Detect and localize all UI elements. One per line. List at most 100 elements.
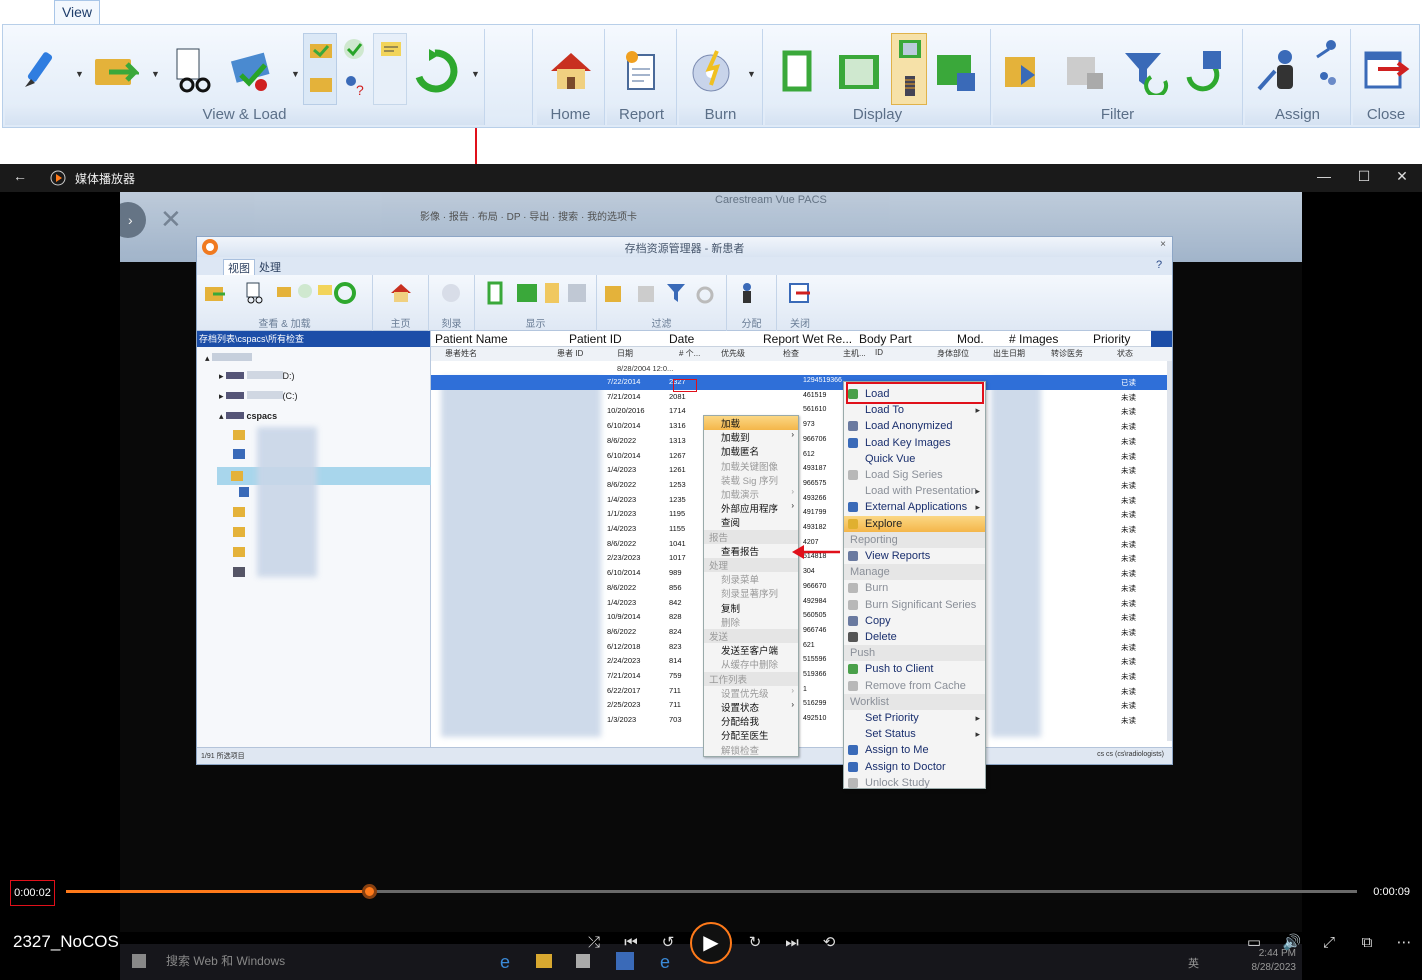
dialog-close-icon[interactable]: ×: [1160, 239, 1166, 250]
filter-disabled-icon[interactable]: [635, 281, 659, 305]
funnel-icon[interactable]: [1121, 47, 1169, 95]
image-layout-icon[interactable]: [541, 281, 565, 305]
refresh-icon[interactable]: [411, 47, 459, 95]
ie-icon[interactable]: e: [660, 952, 670, 973]
refresh-filter-icon[interactable]: [695, 281, 719, 305]
menu-item[interactable]: DP: [507, 212, 521, 223]
table-row[interactable]: 2/25/2023 711 516299 未读: [431, 698, 1172, 713]
menu-item[interactable]: 查阅: [704, 515, 798, 529]
tree-folder-icon[interactable]: [233, 430, 245, 448]
split-layout-icon[interactable]: [835, 47, 883, 95]
col-images[interactable]: # Images: [1009, 331, 1058, 347]
menu-item[interactable]: External Applications ▸: [844, 499, 985, 515]
tree-folder-icon[interactable]: [233, 547, 245, 565]
vertical-scrollbar[interactable]: [1167, 361, 1172, 741]
sub-col[interactable]: # 个...: [679, 348, 700, 359]
table-row[interactable]: 1/3/2023 703 492510 未读: [431, 713, 1172, 728]
menu-item[interactable]: 搜索: [558, 212, 578, 223]
document-glasses-icon[interactable]: [169, 47, 217, 95]
stack-icon[interactable]: [897, 74, 923, 98]
menu-item[interactable]: Load Key Images: [844, 435, 985, 451]
more-options-icon[interactable]: ⋯: [1393, 932, 1415, 954]
burn-disc-icon[interactable]: [687, 47, 735, 95]
col-patient-name[interactable]: Patient Name: [435, 331, 508, 347]
chevron-down-icon[interactable]: ▼: [747, 69, 756, 79]
load-folder-icon[interactable]: [203, 281, 227, 305]
menu-item[interactable]: 导出: [529, 212, 549, 223]
menu-item[interactable]: 报告: [449, 212, 469, 223]
menu-item[interactable]: 加载匿名: [704, 444, 798, 458]
menu-item[interactable]: Load Anonymized: [844, 418, 985, 434]
menu-item[interactable]: 分配至医生: [704, 728, 798, 742]
document-glasses-icon[interactable]: [243, 281, 267, 305]
tree-folder-icon[interactable]: [233, 449, 245, 467]
sub-col[interactable]: 检查: [783, 348, 799, 359]
chevron-down-icon[interactable]: ▼: [151, 69, 160, 79]
filter-disabled-icon[interactable]: [1061, 47, 1109, 95]
menu-item[interactable]: 影像: [420, 212, 440, 223]
filter-folder-icon[interactable]: [603, 281, 627, 305]
table-row[interactable]: 8/6/2022 824 966746 未读: [431, 625, 1172, 640]
sub-col[interactable]: 优先级: [721, 348, 745, 359]
menu-item[interactable]: 设置状态 ›: [704, 700, 798, 714]
menu-item[interactable]: 布局: [478, 212, 498, 223]
play-button[interactable]: ▶: [690, 922, 732, 964]
tree-node-root[interactable]: ▴: [205, 353, 253, 371]
chevron-down-icon[interactable]: ▼: [75, 69, 84, 79]
single-layout-icon[interactable]: [483, 281, 507, 305]
table-row[interactable]: 8/6/2022 856 966670 未读: [431, 581, 1172, 596]
next-icon[interactable]: ⏭: [781, 932, 803, 954]
table-row[interactable]: 7/21/2014 759 519366 未读: [431, 669, 1172, 684]
volume-icon[interactable]: 🔊: [1281, 932, 1303, 954]
chevron-down-icon[interactable]: ▼: [291, 69, 300, 79]
table-row[interactable]: 8/6/2022 1253 966575 未读: [431, 478, 1172, 493]
store-icon[interactable]: [576, 954, 590, 968]
sub-col[interactable]: 主机...: [843, 348, 866, 359]
table-row[interactable]: 8/6/2022 1313 966706 未读: [431, 434, 1172, 449]
table-row[interactable]: 1/1/2023 1195 491799 未读: [431, 507, 1172, 522]
edge-icon[interactable]: e: [500, 952, 510, 973]
table-row[interactable]: 6/10/2014 1316 973 未读: [431, 419, 1172, 434]
close-window-icon[interactable]: [788, 281, 812, 305]
menu-item[interactable]: Set Status ▸: [844, 726, 985, 742]
tree-folder-icon[interactable]: [233, 507, 245, 525]
sub-col[interactable]: 状态: [1117, 348, 1133, 359]
table-row[interactable]: 6/10/2014 1267 612 未读: [431, 449, 1172, 464]
ime-lang[interactable]: 英: [1188, 955, 1199, 971]
table-row[interactable]: 1/4/2023 1235 493266 未读: [431, 493, 1172, 508]
sub-col[interactable]: 出生日期: [993, 348, 1025, 359]
assign-user-icon[interactable]: [733, 281, 757, 305]
col-patient-id[interactable]: Patient ID: [569, 331, 622, 347]
menu-item[interactable]: View Reports: [844, 548, 985, 564]
pen-icon[interactable]: [15, 47, 63, 95]
fullscreen-icon[interactable]: ⤢: [1318, 932, 1340, 954]
rewind-10-icon[interactable]: ↺: [657, 932, 679, 954]
menu-item[interactable]: 加载到 ›: [704, 430, 798, 444]
menu-item[interactable]: Push to Client: [844, 661, 985, 677]
menu-item[interactable]: 加载: [704, 416, 798, 430]
menu-item[interactable]: 查看报告: [704, 544, 798, 558]
chevron-down-icon[interactable]: ▼: [471, 69, 480, 79]
table-row[interactable]: 7/21/2014 2081 461519 未读: [431, 390, 1172, 405]
sub-col[interactable]: ID: [875, 348, 883, 357]
single-layout-icon[interactable]: [773, 47, 821, 95]
menu-item[interactable]: Quick Vue: [844, 451, 985, 467]
note-icon[interactable]: [378, 38, 404, 62]
funnel-icon[interactable]: [665, 281, 689, 305]
col-report-wet-read[interactable]: Report Wet Re...: [763, 331, 852, 347]
sub-col[interactable]: 患者 ID: [557, 348, 583, 359]
burn-disc-icon[interactable]: [439, 281, 463, 305]
captions-icon[interactable]: ▭: [1243, 932, 1265, 954]
tree-selected-row[interactable]: [217, 467, 431, 485]
sub-col[interactable]: 患者姓名: [445, 348, 477, 359]
report-icon[interactable]: [618, 47, 666, 95]
help-icon[interactable]: ?: [1152, 259, 1166, 271]
tree-folder-icon[interactable]: [233, 527, 245, 545]
table-row[interactable]: 1/4/2023 1155 493182 未读: [431, 522, 1172, 537]
sidebar-toggle-icon[interactable]: ›: [120, 200, 148, 240]
sub-col[interactable]: 转诊医务: [1051, 348, 1083, 359]
col-priority[interactable]: Priority: [1093, 331, 1130, 347]
table-row[interactable]: 1/4/2023 842 492984 未读: [431, 596, 1172, 611]
help-user-icon[interactable]: ?: [341, 73, 367, 97]
menu-item[interactable]: 发送至客户端: [704, 643, 798, 657]
